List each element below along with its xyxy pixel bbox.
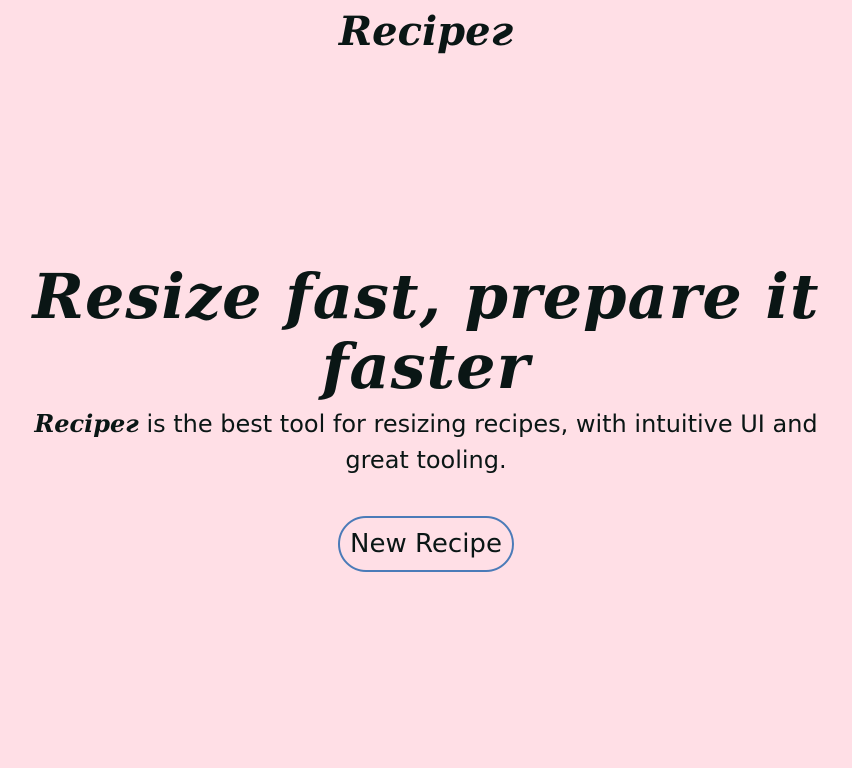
hero-headline: Resize fast, prepare it faster <box>32 260 820 403</box>
tagline-text: is the best tool for resizing recipes, w… <box>138 410 818 474</box>
hero-section: Resize fast, prepare it faster Recipeг i… <box>0 262 852 572</box>
cta-container: New Recipe <box>0 516 852 572</box>
app-logo-title[interactable]: Recipeг <box>0 6 852 58</box>
tagline-brand-name: Recipeг <box>34 409 139 438</box>
new-recipe-button[interactable]: New Recipe <box>338 516 514 572</box>
hero-tagline: Recipeг is the best tool for resizing re… <box>0 406 852 478</box>
